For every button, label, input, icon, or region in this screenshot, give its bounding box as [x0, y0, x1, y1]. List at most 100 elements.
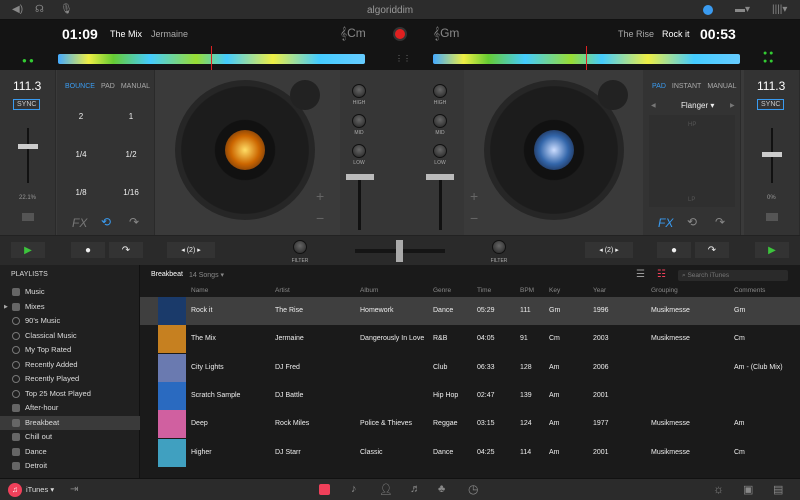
crossfader[interactable]: [396, 240, 403, 262]
column-header-name[interactable]: Name: [191, 287, 208, 294]
layout-icon[interactable]: ▬▾: [735, 4, 750, 15]
sidebar-item-top-25-most-played[interactable]: Top 25 Most Played: [0, 387, 140, 401]
sidebar-item-dance[interactable]: Dance: [0, 445, 140, 459]
column-header-year[interactable]: Year: [593, 287, 606, 294]
deck-a-mid-knob[interactable]: [352, 114, 366, 128]
deck-a-high-knob[interactable]: [352, 84, 366, 98]
list-icon[interactable]: ▤: [773, 483, 783, 496]
deck-b-play-button[interactable]: ▶: [754, 241, 790, 259]
headphones-icon[interactable]: ☊: [35, 4, 44, 15]
source-selector[interactable]: iTunes ▾: [26, 485, 54, 494]
table-row[interactable]: City Lights DJ Fred Club 06:33 128 Am 2006 Am -…: [140, 353, 800, 382]
table-row[interactable]: Higher DJ Starr Classic Dance 04:25 114 Am 2001…: [140, 438, 800, 467]
video-icon[interactable]: ▣: [743, 483, 753, 496]
column-header-album[interactable]: Album: [360, 287, 378, 294]
deck-b-tonearm[interactable]: [598, 80, 628, 110]
tab-pad[interactable]: PAD: [101, 83, 115, 90]
playlists-tab-icon[interactable]: [319, 484, 330, 495]
sidebar-item-recently-added[interactable]: Recently Added: [0, 358, 140, 372]
loop-pad[interactable]: 1/8: [57, 188, 105, 197]
column-header-comments[interactable]: Comments: [734, 287, 765, 294]
deck-b-volume-fader[interactable]: [426, 174, 454, 180]
loop-pad[interactable]: 1/4: [57, 150, 105, 159]
song-count-dropdown[interactable]: 14 Songs ▾: [189, 271, 224, 279]
deck-a-low-knob[interactable]: [352, 144, 366, 158]
genres-tab-icon[interactable]: ♣: [438, 483, 445, 495]
column-header-genre[interactable]: Genre: [433, 287, 451, 294]
loop-pad[interactable]: 2: [57, 112, 105, 121]
deck-a-tonearm[interactable]: [290, 80, 320, 110]
loop-pad[interactable]: 1/2: [107, 150, 155, 159]
tab-bounce[interactable]: BOUNCE: [65, 83, 95, 90]
tab-manual[interactable]: MANUAL: [707, 83, 736, 90]
tab-instant[interactable]: INSTANT: [672, 83, 701, 90]
deck-b-cue-button[interactable]: ●: [656, 241, 692, 259]
deck-a-plus-icon[interactable]: +: [316, 188, 324, 204]
list-view-icon[interactable]: ☰: [636, 269, 645, 280]
fx-button[interactable]: FX: [658, 216, 673, 230]
grid-icon[interactable]: ⋮⋮: [395, 54, 411, 63]
columns-icon[interactable]: ||||▾: [772, 4, 787, 15]
column-header-key[interactable]: Key: [549, 287, 560, 294]
sidebar-item-my-top-rated[interactable]: My Top Rated: [0, 343, 140, 357]
deck-a-loop-stepper[interactable]: ◂ (2) ▸: [166, 241, 216, 259]
microphone-icon[interactable]: 🎙︎: [60, 4, 73, 15]
deck-a-pitch-slider[interactable]: [18, 144, 38, 149]
sidebar-item-breakbeat[interactable]: Breakbeat: [0, 415, 140, 430]
fx-button[interactable]: FX: [72, 216, 87, 230]
albums-tab-icon[interactable]: ♬: [410, 483, 421, 495]
table-row[interactable]: Scratch Sample DJ Battle Hip Hop 02:47 139 Am…: [140, 381, 800, 410]
deck-b-minus-icon[interactable]: −: [470, 210, 478, 226]
deck-b-jump-button[interactable]: ↷: [694, 241, 730, 259]
effect-select[interactable]: Flanger ▾: [681, 101, 714, 110]
sidebar-item-chill-out[interactable]: Chill out: [0, 430, 140, 444]
detail-view-icon[interactable]: ☷: [657, 269, 666, 280]
jump-icon[interactable]: ↷: [129, 215, 139, 229]
itunes-icon[interactable]: ♫: [8, 483, 22, 497]
fx-xy-pad[interactable]: [649, 115, 735, 207]
jump-icon[interactable]: ↷: [715, 215, 725, 229]
deck-a-jump-button[interactable]: ↷: [108, 241, 144, 259]
history-tab-icon[interactable]: ◷: [468, 482, 478, 496]
pitch-range-icon[interactable]: [766, 213, 778, 221]
deck-b-mid-knob[interactable]: [433, 114, 447, 128]
queue-icon[interactable]: ⇥: [70, 484, 78, 495]
deck-b-plus-icon[interactable]: +: [470, 188, 478, 204]
deck-a-cue-button[interactable]: ●: [70, 241, 106, 259]
deck-b-sync-button[interactable]: SYNC: [757, 99, 785, 110]
column-header-bpm[interactable]: BPM: [520, 287, 534, 294]
sidebar-item-90-s-music[interactable]: 90's Music: [0, 314, 140, 328]
artists-tab-icon[interactable]: 👤︎: [379, 483, 393, 496]
column-header-time[interactable]: Time: [477, 287, 491, 294]
deck-b-filter-knob[interactable]: [492, 240, 506, 254]
column-header-grouping[interactable]: Grouping: [651, 287, 678, 294]
deck-a-filter-knob[interactable]: [293, 240, 307, 254]
loop-icon[interactable]: ⟲: [101, 215, 111, 229]
tab-manual[interactable]: MANUAL: [121, 83, 150, 90]
prev-effect-icon[interactable]: ◀: [651, 102, 656, 109]
table-row[interactable]: Rock it The Rise Homework Dance 05:29 111 Gm 19…: [140, 297, 800, 325]
deck-a-minus-icon[interactable]: −: [316, 210, 324, 226]
deck-b-high-knob[interactable]: [433, 84, 447, 98]
loop-pad[interactable]: 1: [107, 112, 155, 121]
search-input[interactable]: ⌕ Search iTunes: [678, 270, 788, 281]
speaker-icon[interactable]: ◀): [12, 4, 23, 15]
deck-a-sync-button[interactable]: SYNC: [13, 99, 41, 110]
deck-b-low-knob[interactable]: [433, 144, 447, 158]
loop-pad[interactable]: 1/16: [107, 188, 155, 197]
table-row[interactable]: Deep Rock Miles Police & Thieves Reggae 03:1…: [140, 410, 800, 439]
brightness-icon[interactable]: ☼: [713, 482, 724, 496]
deck-b-loop-stepper[interactable]: ◂ (2) ▸: [584, 241, 634, 259]
record-button[interactable]: [393, 27, 407, 41]
sidebar-item-recently-played[interactable]: Recently Played: [0, 372, 140, 386]
deck-b-pitch-slider[interactable]: [762, 152, 782, 157]
sidebar-item-detroit[interactable]: Detroit: [0, 459, 140, 473]
sidebar-item-mixes[interactable]: ▶ Mixes: [0, 300, 140, 314]
column-header-artist[interactable]: Artist: [275, 287, 290, 294]
loop-icon[interactable]: ⟲: [687, 215, 697, 229]
pitch-range-icon[interactable]: [22, 213, 34, 221]
deck-a-volume-fader[interactable]: [346, 174, 374, 180]
table-row[interactable]: The Mix Jermaine Dangerously In Love R&B 04:…: [140, 325, 800, 354]
sidebar-item-after-hour[interactable]: After-hour: [0, 401, 140, 415]
sidebar-item-classical-music[interactable]: Classical Music: [0, 329, 140, 343]
